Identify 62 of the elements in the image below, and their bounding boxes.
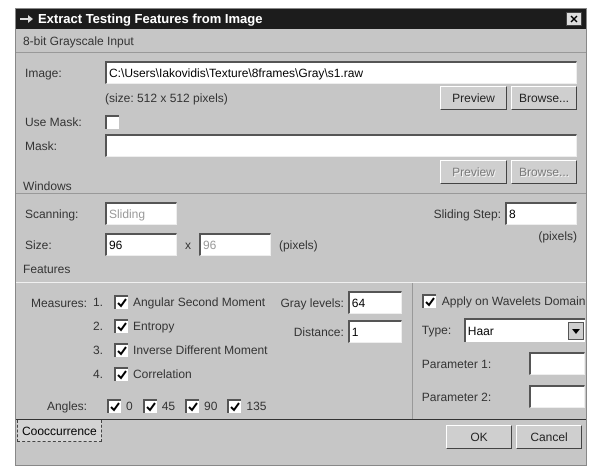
field-label: x <box>185 236 191 254</box>
field-label: Angles: <box>46 398 87 415</box>
checkbox[interactable] <box>114 367 128 381</box>
field-label: Entropy <box>133 318 174 335</box>
field-label: Measures: <box>30 295 87 312</box>
distance-field[interactable]: 1 <box>348 320 402 343</box>
field-label: Mask: <box>25 138 58 154</box>
field-label: Scanning: <box>25 206 80 222</box>
field-label: Size: <box>25 236 53 254</box>
checkbox[interactable] <box>114 319 128 333</box>
field-label: (pixels) <box>279 236 318 254</box>
field-label: Use Mask: <box>25 114 83 131</box>
field-label: Type: <box>422 322 452 339</box>
field-label: 1. <box>93 294 104 311</box>
dropdown-arrow-icon <box>572 328 580 334</box>
button[interactable]: Preview <box>440 86 507 110</box>
field-label: Features <box>23 261 70 278</box>
checkbox[interactable] <box>114 295 128 309</box>
field-label: 135 <box>246 398 266 415</box>
field-label: Distance: <box>294 324 344 340</box>
field-label: 2. <box>93 318 104 335</box>
field-label: 0 <box>126 398 133 415</box>
window-title: Extract Testing Features from Image <box>38 10 264 28</box>
field-label: 90 <box>204 398 218 415</box>
field-label: Gray levels: <box>280 294 344 312</box>
button[interactable]: OK <box>446 425 512 449</box>
checkbox[interactable] <box>107 399 121 413</box>
parameter-field[interactable] <box>529 385 586 408</box>
button[interactable]: Cancel <box>516 425 582 449</box>
field-label: Parameter 1: <box>422 356 492 372</box>
field-label: (size: 512 x 512 pixels) <box>105 90 229 107</box>
parameter-field[interactable] <box>529 352 586 375</box>
field-label: Inverse Different Moment <box>133 342 268 359</box>
field-label: 3. <box>93 342 104 359</box>
checkbox[interactable] <box>422 294 436 308</box>
field-label: 8-bit Grayscale Input <box>23 32 134 50</box>
type-dropdown[interactable]: Haar <box>464 318 586 342</box>
checkbox[interactable] <box>142 399 157 413</box>
tab[interactable]: Cooccurrence <box>17 420 102 442</box>
checkbox[interactable] <box>227 399 242 413</box>
field-label: Windows <box>23 178 72 194</box>
arrow-icon <box>20 14 34 24</box>
checkbox[interactable] <box>105 115 119 129</box>
width-field[interactable]: 96 <box>105 233 177 256</box>
field-label: 45 <box>162 398 176 415</box>
mask-path-field[interactable] <box>105 134 577 157</box>
checkbox[interactable] <box>114 343 128 357</box>
levels-field[interactable]: 64 <box>348 291 402 314</box>
field-label: Parameter 2: <box>422 388 492 406</box>
field-label: Angular Second Moment <box>133 294 266 311</box>
sliding-step-field[interactable]: 8 <box>505 202 577 225</box>
field-label: Apply on Wavelets Domain <box>442 293 586 310</box>
field-label: Correlation <box>133 366 192 383</box>
checkbox[interactable] <box>185 399 200 413</box>
button[interactable]: Browse... <box>511 86 577 110</box>
field-label: Sliding Step: <box>434 206 501 222</box>
close-button[interactable] <box>566 12 582 26</box>
field-label: 4. <box>93 366 104 383</box>
field-label: Image: <box>25 64 63 82</box>
file-path-field[interactable]: C:\Users\Iakovidis\Texture\8frames\Gray\s1.raw <box>105 61 577 84</box>
close-icon <box>570 15 578 23</box>
field-label: (pixels) <box>538 228 577 245</box>
